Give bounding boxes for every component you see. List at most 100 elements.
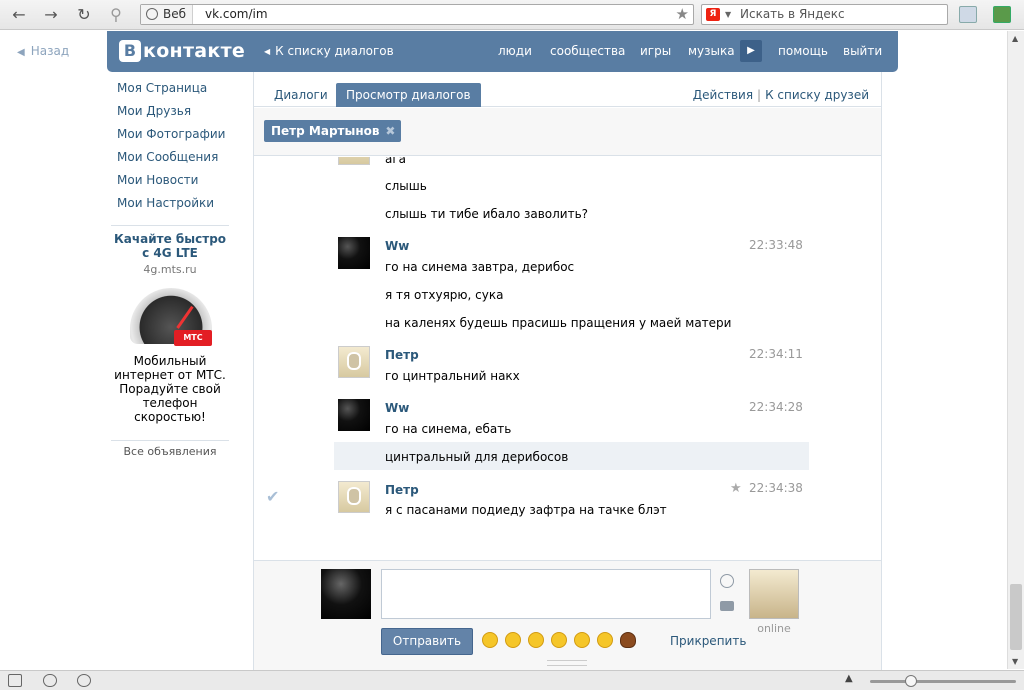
speed-dial-icon[interactable] bbox=[77, 674, 91, 687]
message-text: на каленях будешь прасишь пращения у мае… bbox=[385, 316, 732, 330]
actions-link[interactable]: Действия bbox=[693, 88, 753, 102]
message-text: го на синема завтра, дерибос bbox=[385, 260, 575, 274]
sender-name[interactable]: Ww bbox=[385, 239, 409, 253]
message-input[interactable] bbox=[381, 569, 711, 619]
back-link[interactable]: ◀ Назад bbox=[17, 44, 69, 58]
ad-block[interactable]: Качайте быстро с 4G LTE 4g.mts.ru МТС Мо… bbox=[111, 232, 229, 424]
zoom-slider[interactable] bbox=[870, 680, 1016, 683]
ad-text: Мобильный интернет от МТС. Порадуйте сво… bbox=[114, 354, 226, 424]
scroll-down-icon[interactable]: ▼ bbox=[1012, 657, 1018, 666]
composer: online Отправить Прикрепить bbox=[254, 560, 881, 670]
sender-name[interactable]: Ww bbox=[385, 401, 409, 415]
emoji-grin-icon[interactable] bbox=[505, 632, 521, 648]
page-icon[interactable] bbox=[959, 6, 977, 23]
avatar[interactable] bbox=[338, 481, 370, 513]
camera-icon[interactable] bbox=[720, 601, 734, 611]
menu-my-settings[interactable]: Мои Настройки bbox=[117, 195, 229, 218]
back-to-dialogs-link[interactable]: ◀ К списку диалогов bbox=[264, 31, 394, 72]
peer-bar: Петр Мартынов ✖ bbox=[254, 108, 881, 156]
peer-avatar[interactable] bbox=[749, 569, 799, 619]
menu-my-messages[interactable]: Мои Сообщения bbox=[117, 149, 229, 172]
zoom-slider-knob[interactable] bbox=[905, 675, 917, 687]
avatar[interactable] bbox=[338, 346, 370, 378]
address-bar[interactable]: Веб vk.com/im ★ bbox=[140, 4, 694, 25]
star-icon[interactable]: ★ bbox=[730, 481, 742, 496]
message-text: слышь bbox=[385, 179, 427, 193]
vk-logo[interactable]: Вконтакте bbox=[119, 40, 245, 62]
browser-status-bar: ▲ bbox=[0, 670, 1024, 690]
nav-music[interactable]: музыка bbox=[688, 31, 735, 72]
message-text: го на синема, ебать bbox=[385, 422, 512, 436]
panel-icon[interactable] bbox=[8, 674, 22, 687]
tab-dialogs[interactable]: Диалоги bbox=[264, 83, 338, 107]
mail-icon[interactable] bbox=[993, 6, 1011, 23]
all-ads-link[interactable]: Все объявления bbox=[111, 445, 229, 458]
read-check-icon[interactable]: ✔ bbox=[266, 487, 279, 506]
attach-link[interactable]: Прикрепить bbox=[670, 634, 746, 648]
scroll-up-icon[interactable]: ▲ bbox=[1012, 34, 1018, 43]
web-label[interactable]: Веб bbox=[141, 5, 194, 24]
menu-my-news[interactable]: Мои Новости bbox=[117, 172, 229, 195]
resize-grip-icon[interactable] bbox=[547, 660, 587, 666]
sender-name[interactable]: Петр bbox=[385, 483, 419, 497]
tabs-bar: Диалоги Просмотр диалогов Действия | К спи… bbox=[254, 72, 881, 107]
globe-icon bbox=[146, 8, 158, 20]
message-text: цинтральный для дерибосов bbox=[385, 450, 569, 464]
emoji-laugh-icon[interactable] bbox=[482, 632, 498, 648]
my-avatar[interactable] bbox=[321, 569, 371, 619]
friends-list-link[interactable]: К списку друзей bbox=[765, 88, 869, 102]
emoji-poop-icon[interactable] bbox=[620, 632, 636, 648]
back-arrow-icon: ◀ bbox=[17, 47, 25, 58]
tab-view-dialogs[interactable]: Просмотр диалогов bbox=[336, 83, 481, 107]
nav-communities[interactable]: сообщества bbox=[550, 31, 625, 72]
message-time[interactable]: 22:34:11 bbox=[749, 347, 803, 361]
sender-name[interactable]: Петр bbox=[385, 348, 419, 362]
peer-chip[interactable]: Петр Мартынов ✖ bbox=[264, 120, 402, 142]
smile-icon[interactable] bbox=[720, 574, 734, 588]
bookmark-star-icon[interactable]: ★ bbox=[676, 5, 689, 24]
message-text: я тя отхуярю, сука bbox=[385, 288, 504, 302]
message-time[interactable]: 22:34:28 bbox=[749, 400, 803, 414]
menu-my-photos[interactable]: Мои Фотографии bbox=[117, 126, 229, 149]
chevron-down-icon[interactable]: ▼ bbox=[725, 5, 731, 24]
emoji-relaxed-icon[interactable] bbox=[597, 632, 613, 648]
page-scrollbar[interactable]: ▲ ▼ bbox=[1007, 31, 1024, 669]
key-icon[interactable]: ⚲ bbox=[105, 5, 127, 25]
forward-arrow-icon[interactable]: → bbox=[40, 5, 62, 25]
emoji-smile-icon[interactable] bbox=[551, 632, 567, 648]
ad-title[interactable]: Качайте быстро с 4G LTE bbox=[111, 232, 229, 260]
left-menu: Моя Страница Мои Друзья Мои Фотографии М… bbox=[117, 80, 229, 218]
zoom-arrow-icon[interactable]: ▲ bbox=[845, 673, 853, 684]
reload-icon[interactable]: ↻ bbox=[73, 5, 95, 25]
message-time[interactable]: 22:33:48 bbox=[749, 238, 803, 252]
cloud-icon[interactable] bbox=[43, 674, 57, 687]
message-list: ага слышь слышь ти тибе ибало заволить? … bbox=[254, 157, 881, 560]
mts-logo: МТС bbox=[174, 330, 212, 346]
nav-games[interactable]: игры bbox=[640, 31, 671, 72]
nav-help[interactable]: помощь bbox=[778, 31, 828, 72]
menu-my-friends[interactable]: Мои Друзья bbox=[117, 103, 229, 126]
avatar[interactable] bbox=[338, 237, 370, 269]
speedometer-image[interactable]: МТС bbox=[124, 288, 216, 350]
message-text: го цинтральний накх bbox=[385, 369, 520, 383]
url-text[interactable]: vk.com/im bbox=[205, 5, 268, 24]
play-icon[interactable]: ▶ bbox=[740, 40, 762, 62]
online-status: online bbox=[757, 622, 791, 635]
emoji-blush-icon[interactable] bbox=[574, 632, 590, 648]
menu-my-page[interactable]: Моя Страница bbox=[117, 80, 229, 103]
search-placeholder: Искать в Яндекс bbox=[740, 7, 845, 21]
back-arrow-icon[interactable]: ← bbox=[8, 5, 30, 25]
message-time[interactable]: 22:34:38 bbox=[749, 481, 803, 495]
close-icon[interactable]: ✖ bbox=[385, 120, 395, 142]
avatar[interactable] bbox=[338, 157, 370, 165]
nav-people[interactable]: люди bbox=[498, 31, 532, 72]
avatar[interactable] bbox=[338, 399, 370, 431]
chevron-left-icon: ◀ bbox=[264, 47, 271, 56]
send-button[interactable]: Отправить bbox=[381, 628, 473, 655]
dialog-panel: Диалоги Просмотр диалогов Действия | К спи… bbox=[253, 72, 882, 670]
emoji-scream-icon[interactable] bbox=[528, 632, 544, 648]
scroll-thumb[interactable] bbox=[1010, 584, 1022, 650]
nav-logout[interactable]: выйти bbox=[843, 31, 882, 72]
tab-actions: Действия | К списку друзей bbox=[692, 88, 869, 102]
search-input[interactable]: Я ▼ Искать в Яндекс bbox=[701, 4, 948, 25]
